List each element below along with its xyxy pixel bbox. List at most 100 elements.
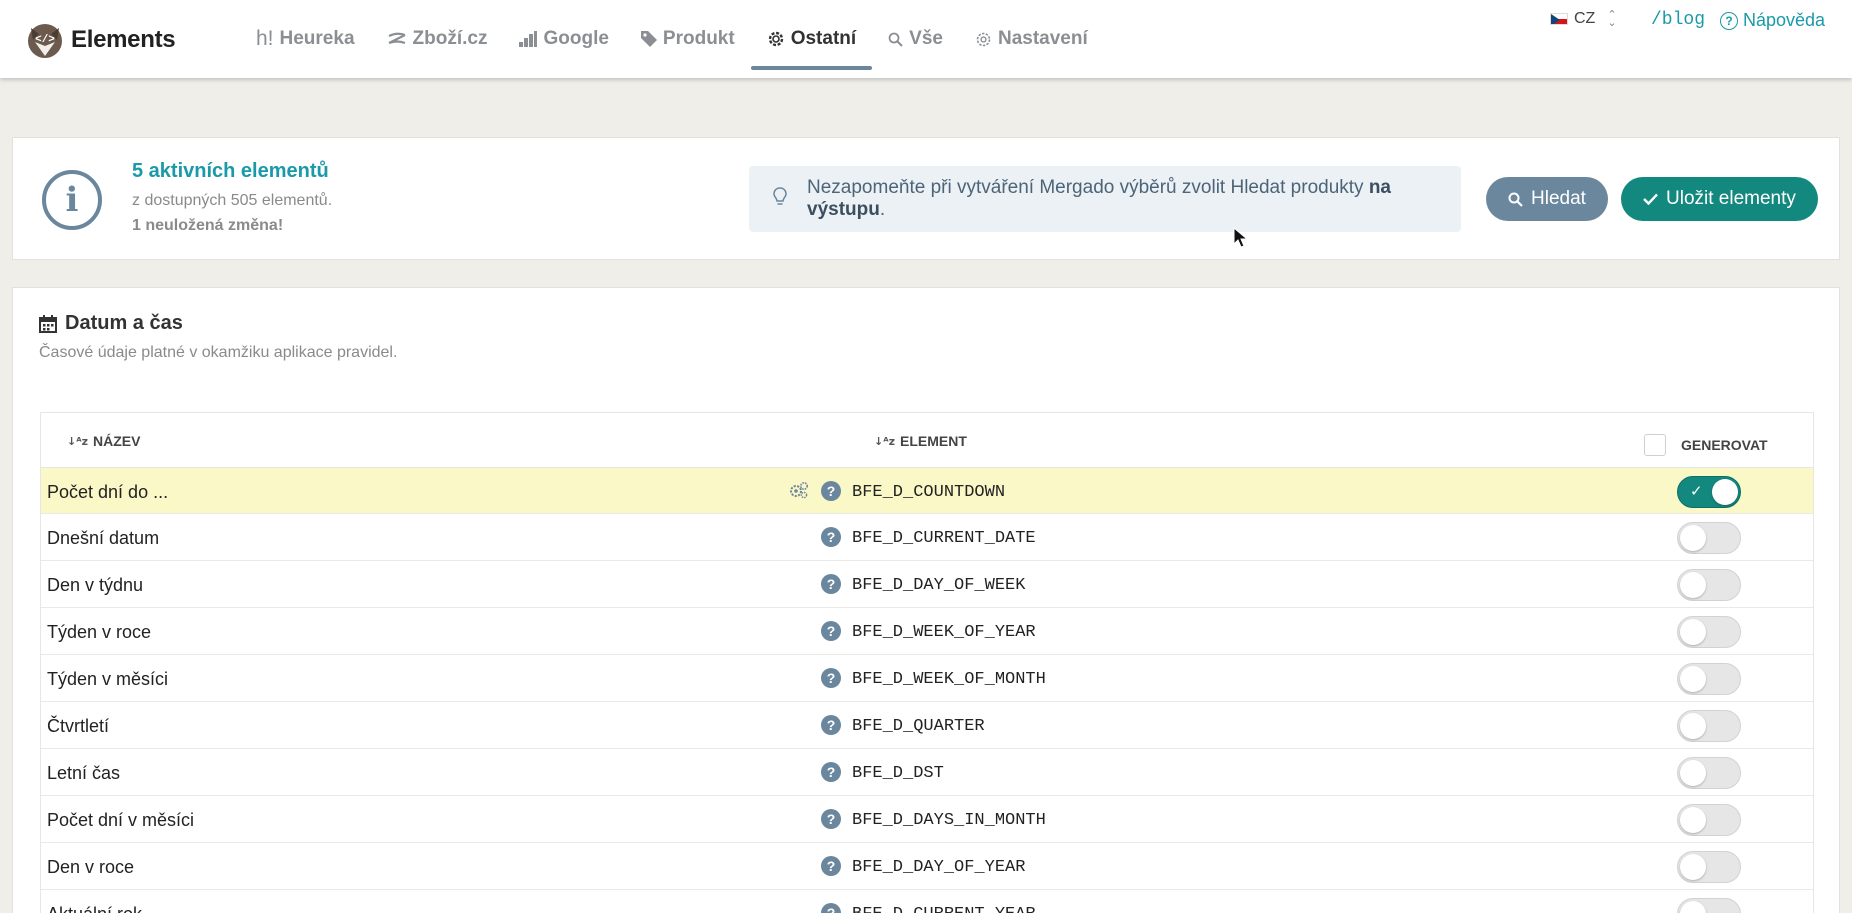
select-all-checkbox[interactable] (1644, 434, 1666, 456)
element-code: BFE_D_WEEK_OF_MONTH (852, 670, 1046, 689)
generate-toggle[interactable] (1677, 522, 1741, 554)
tag-icon (640, 31, 657, 47)
top-navbar: </> Elements h! Heureka Zboží.cz Google … (0, 0, 1852, 78)
element-name: Týden v roce (47, 622, 152, 642)
save-button-label: Uložit elementy (1666, 188, 1796, 209)
table-body: Počet dní do ...? BFE_D_COUNTDOWN ✓ Dnešní … (41, 468, 1813, 913)
generate-toggle[interactable] (1677, 851, 1741, 883)
check-icon: ✓ (1690, 483, 1703, 500)
czech-flag-icon (1550, 13, 1568, 25)
table-row: Počet dní v měsíci? BFE_D_DAYS_IN_MONTH (41, 796, 1813, 843)
generate-toggle[interactable] (1677, 757, 1741, 789)
table-row: Týden v roce? BFE_D_WEEK_OF_YEAR (41, 608, 1813, 655)
help-question-icon[interactable]: ? (821, 527, 841, 547)
app-name: Elements (71, 26, 176, 53)
table-row: Čtvrtletí? BFE_D_QUARTER (41, 702, 1813, 749)
generate-toggle[interactable] (1677, 898, 1741, 913)
app-logo[interactable]: </> Elements (25, 20, 176, 60)
help-question-icon[interactable]: ? (821, 621, 841, 641)
search-button[interactable]: Hledat (1486, 177, 1608, 221)
help-question-icon[interactable]: ? (821, 668, 841, 688)
lightbulb-icon (773, 187, 787, 211)
help-question-icon[interactable]: ? (821, 715, 841, 735)
settings-cogs-icon[interactable] (789, 481, 809, 505)
svg-text:</>: </> (35, 34, 55, 46)
col-generate-label: GENEROVAT (1681, 437, 1768, 453)
element-name: Dnešní datum (47, 528, 160, 548)
sort-icon: ↓ᴬz (874, 434, 895, 448)
cog-icon (975, 31, 992, 48)
tip-banner: Nezapomeňte při vytváření Mergado výběrů… (749, 166, 1461, 232)
nav-item-nastaveni[interactable]: Nastavení (959, 0, 1104, 78)
section-title-text: Datum a čas (65, 312, 183, 334)
toggle-knob (1680, 854, 1706, 880)
element-code: BFE_D_DST (852, 764, 944, 783)
nav-item-zbozi[interactable]: Zboží.cz (371, 0, 504, 78)
table-row: Týden v měsíci? BFE_D_WEEK_OF_MONTH (41, 655, 1813, 702)
info-icon: i (42, 170, 102, 230)
help-question-icon[interactable]: ? (821, 481, 841, 501)
help-question-icon[interactable]: ? (821, 762, 841, 782)
col-name-label: NÁZEV (92, 433, 141, 449)
language-selector[interactable]: CZ ⌃ ⌄ (1550, 9, 1617, 29)
summary-card: i 5 aktivních elementů z dostupných 505 … (12, 137, 1840, 260)
main-nav: h! Heureka Zboží.cz Google Produkt Ostat… (240, 0, 1104, 78)
help-question-icon[interactable]: ? (821, 856, 841, 876)
generate-toggle[interactable] (1677, 804, 1741, 836)
col-element-label: ELEMENT (899, 433, 967, 449)
available-elements-text: z dostupných 505 elementů. (132, 192, 333, 209)
table-row: Počet dní do ...? BFE_D_COUNTDOWN ✓ (41, 468, 1813, 514)
element-code: BFE_D_QUARTER (852, 717, 985, 736)
elements-table: ↓ᴬz NÁZEV ↓ᴬz ELEMENT GENEROVAT Počet dn… (40, 412, 1814, 913)
language-code: CZ (1574, 10, 1596, 27)
generate-toggle[interactable] (1677, 616, 1741, 648)
element-code: BFE_D_DAY_OF_WEEK (852, 576, 1026, 595)
generate-toggle[interactable] (1677, 569, 1741, 601)
nav-item-heureka[interactable]: h! Heureka (240, 0, 371, 78)
toggle-knob (1680, 807, 1706, 833)
help-question-icon[interactable]: ? (821, 809, 841, 829)
generate-toggle[interactable] (1677, 710, 1741, 742)
calendar-icon (39, 314, 57, 333)
element-code: BFE_D_DAYS_IN_MONTH (852, 811, 1046, 830)
tip-text: Nezapomeňte při vytváření Mergado výběrů… (807, 177, 1392, 220)
nav-item-google[interactable]: Google (503, 0, 624, 78)
save-elements-button[interactable]: Uložit elementy (1621, 177, 1818, 221)
element-code: BFE_D_CURRENT_DATE (852, 529, 1036, 548)
sort-by-element[interactable]: ↓ᴬz ELEMENT (874, 433, 967, 449)
search-icon (888, 32, 903, 47)
fox-logo-icon: </> (28, 24, 62, 58)
toggle-knob (1680, 666, 1706, 692)
element-name: Čtvrtletí (47, 716, 110, 736)
element-name: Aktuální rok (47, 904, 142, 913)
search-button-label: Hledat (1531, 188, 1586, 209)
nav-label: Ostatní (790, 28, 857, 49)
blog-link[interactable]: /blog (1651, 10, 1705, 30)
active-elements-count: 5 aktivních elementů (132, 160, 329, 182)
help-question-icon[interactable]: ? (821, 574, 841, 594)
toggle-knob (1680, 901, 1706, 913)
toggle-knob (1712, 479, 1738, 505)
question-icon: ? (1720, 11, 1738, 30)
heureka-icon: h! (256, 27, 274, 50)
nav-item-vse[interactable]: Vše (872, 0, 959, 78)
nav-item-produkt[interactable]: Produkt (625, 0, 751, 78)
generate-toggle[interactable] (1677, 663, 1741, 695)
gear-icon (767, 30, 785, 48)
help-question-icon[interactable]: ? (821, 903, 841, 913)
table-header: ↓ᴬz NÁZEV ↓ᴬz ELEMENT GENEROVAT (41, 413, 1813, 468)
help-link[interactable]: ? Nápověda (1720, 10, 1825, 31)
element-code: BFE_D_WEEK_OF_YEAR (852, 623, 1036, 642)
date-time-section: Datum a čas Časové údaje platné v okamži… (12, 287, 1840, 913)
nav-label: Nastavení (997, 28, 1088, 49)
element-name: Den v roce (47, 857, 135, 877)
updown-chevron-icon: ⌃ ⌄ (1607, 9, 1617, 29)
nav-label: Zboží.cz (412, 28, 488, 49)
table-row: Letní čas? BFE_D_DST (41, 749, 1813, 796)
sort-by-name[interactable]: ↓ᴬz NÁZEV (67, 433, 140, 449)
chart-icon (519, 31, 538, 47)
element-name: Týden v měsíci (47, 669, 169, 689)
generate-toggle[interactable]: ✓ (1677, 476, 1741, 508)
nav-item-ostatni[interactable]: Ostatní (750, 0, 873, 78)
toggle-knob (1680, 619, 1706, 645)
